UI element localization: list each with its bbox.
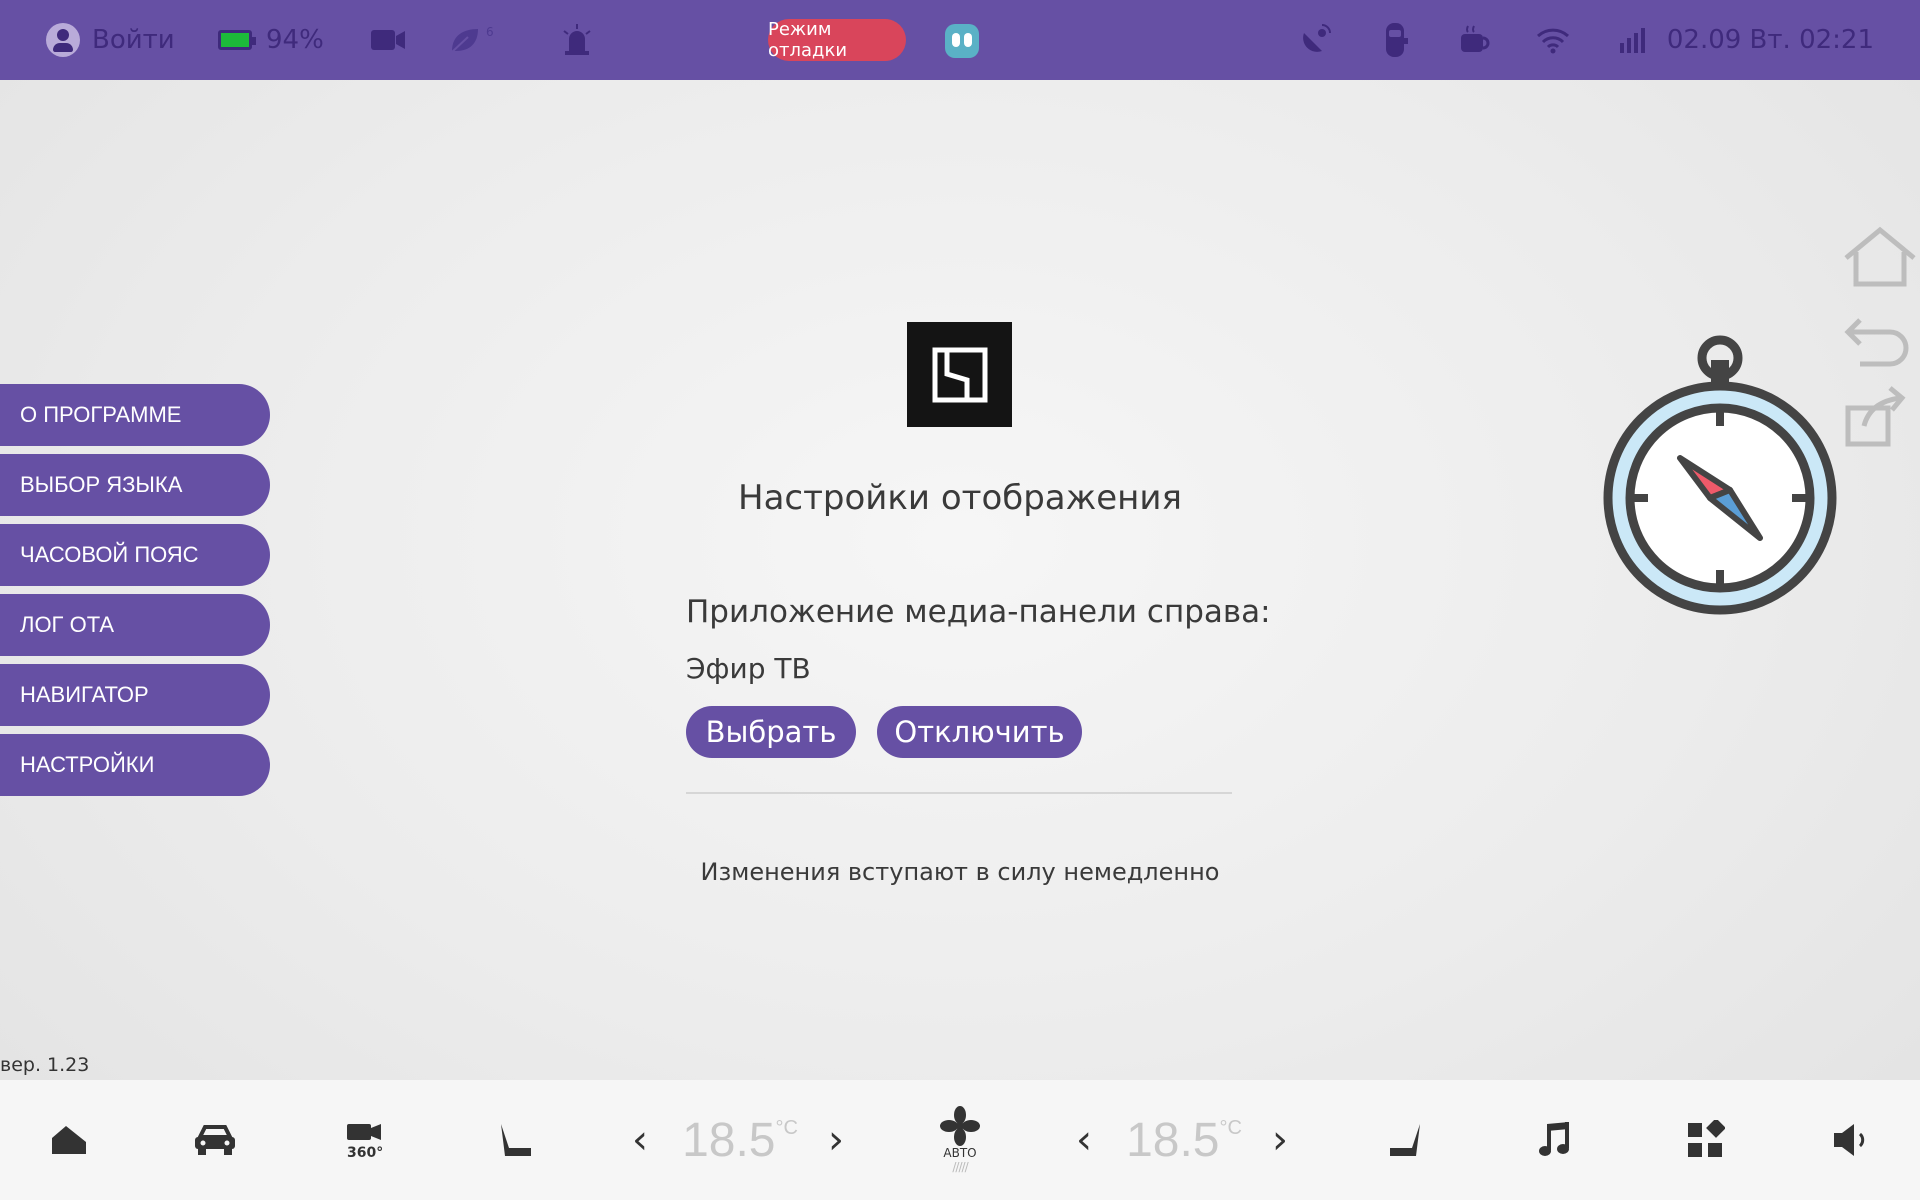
alarm-icon[interactable]	[560, 0, 594, 80]
battery-status: 94%	[218, 0, 324, 80]
speaker-icon	[1834, 1124, 1865, 1156]
user-avatar-icon	[46, 23, 80, 57]
volume-button[interactable]	[1822, 1080, 1882, 1200]
battery-percent: 94%	[266, 25, 324, 55]
login-label: Войти	[92, 25, 175, 55]
sidebar-item-ota-log[interactable]: ЛОГ ОТА	[0, 594, 270, 656]
satellite-icon[interactable]	[1298, 0, 1332, 80]
sidebar: О ПРОГРАММЕ ВЫБОР ЯЗЫКА ЧАСОВОЙ ПОЯС ЛОГ…	[0, 384, 270, 804]
app-version: вер. 1.23	[0, 1054, 90, 1076]
status-bar: Войти 94% 6 Режим отладки 02.09 Вт. 02:2…	[0, 0, 1920, 80]
apps-button[interactable]	[1675, 1080, 1735, 1200]
divider	[686, 792, 1232, 794]
left-temp-up-button[interactable]: ›	[816, 1080, 856, 1200]
fan-auto-button[interactable]: АВТО /////	[928, 1080, 992, 1200]
left-seat-button[interactable]	[485, 1080, 545, 1200]
sidebar-item-language[interactable]: ВЫБОР ЯЗЫКА	[0, 454, 270, 516]
fan-speed-indicator: /////	[952, 1160, 968, 1174]
car-door-icon[interactable]	[1382, 0, 1408, 80]
login-button[interactable]: Войти	[46, 0, 175, 80]
music-note-icon	[1539, 1122, 1569, 1156]
cellular-signal-icon	[1618, 0, 1648, 80]
navigation-button[interactable]	[40, 1080, 100, 1200]
right-seat-button[interactable]	[1376, 1080, 1436, 1200]
left-temp-unit: °C	[775, 1116, 798, 1139]
changes-note: Изменения вступают в силу немедленно	[700, 858, 1220, 886]
right-temp-unit: °C	[1219, 1116, 1242, 1139]
home-icon	[1844, 226, 1916, 287]
media-panel-value: Эфир ТВ	[686, 652, 811, 685]
battery-icon	[218, 30, 256, 50]
right-temp-value: 18.5	[1126, 1113, 1220, 1167]
compass-icon	[1603, 335, 1837, 615]
sidebar-item-navigator[interactable]: НАВИГАТОР	[0, 664, 270, 726]
dashcam-icon[interactable]	[370, 0, 406, 80]
vehicle-button[interactable]	[185, 1080, 245, 1200]
debug-mode-badge[interactable]: Режим отладки	[768, 19, 906, 61]
sidebar-item-timezone[interactable]: ЧАСОВОЙ ПОЯС	[0, 524, 270, 586]
seat-right-icon	[1390, 1124, 1420, 1156]
select-button[interactable]: Выбрать	[686, 706, 856, 758]
music-button[interactable]	[1525, 1080, 1585, 1200]
seat-left-icon	[501, 1124, 531, 1156]
svg-text:360°: 360°	[347, 1145, 383, 1160]
coffee-icon[interactable]	[1458, 0, 1492, 80]
home-button[interactable]	[1840, 226, 1920, 306]
right-temperature: 18.5°C	[1124, 1080, 1244, 1200]
right-temp-down-button[interactable]: ‹	[1064, 1080, 1104, 1200]
sidebar-item-about[interactable]: О ПРОГРАММЕ	[0, 384, 270, 446]
date-time: 02.09 Вт. 02:21	[1666, 25, 1874, 55]
fan-icon	[940, 1106, 980, 1146]
bottom-bar: 360° ‹ 18.5°C › АВТО ///// ‹ 18.5°C ›	[0, 1080, 1920, 1200]
left-temp-value: 18.5	[682, 1113, 776, 1167]
disable-button[interactable]: Отключить	[877, 706, 1082, 758]
map-icon	[52, 1126, 86, 1154]
eco-level: 6	[486, 25, 494, 39]
media-panel-label: Приложение медиа-панели справа:	[686, 594, 1271, 630]
camera-360-button[interactable]: 360°	[335, 1080, 395, 1200]
camera-360-icon: 360°	[347, 1124, 383, 1160]
right-temp-up-button[interactable]: ›	[1260, 1080, 1300, 1200]
left-temperature: 18.5°C	[680, 1080, 800, 1200]
wifi-icon[interactable]	[1536, 0, 1570, 80]
car-icon	[195, 1125, 235, 1155]
page-title: Настройки отображения	[738, 478, 1182, 518]
fan-mode-label: АВТО	[943, 1146, 977, 1160]
eco-leaf-icon[interactable]: 6	[448, 0, 494, 80]
media-panel-compass[interactable]	[1570, 330, 1870, 630]
left-temp-down-button[interactable]: ‹	[620, 1080, 660, 1200]
app-logo	[907, 322, 1012, 427]
assistant-robot-icon[interactable]	[945, 24, 979, 58]
apps-grid-icon	[1688, 1120, 1725, 1157]
sidebar-item-settings[interactable]: НАСТРОЙКИ	[0, 734, 270, 796]
